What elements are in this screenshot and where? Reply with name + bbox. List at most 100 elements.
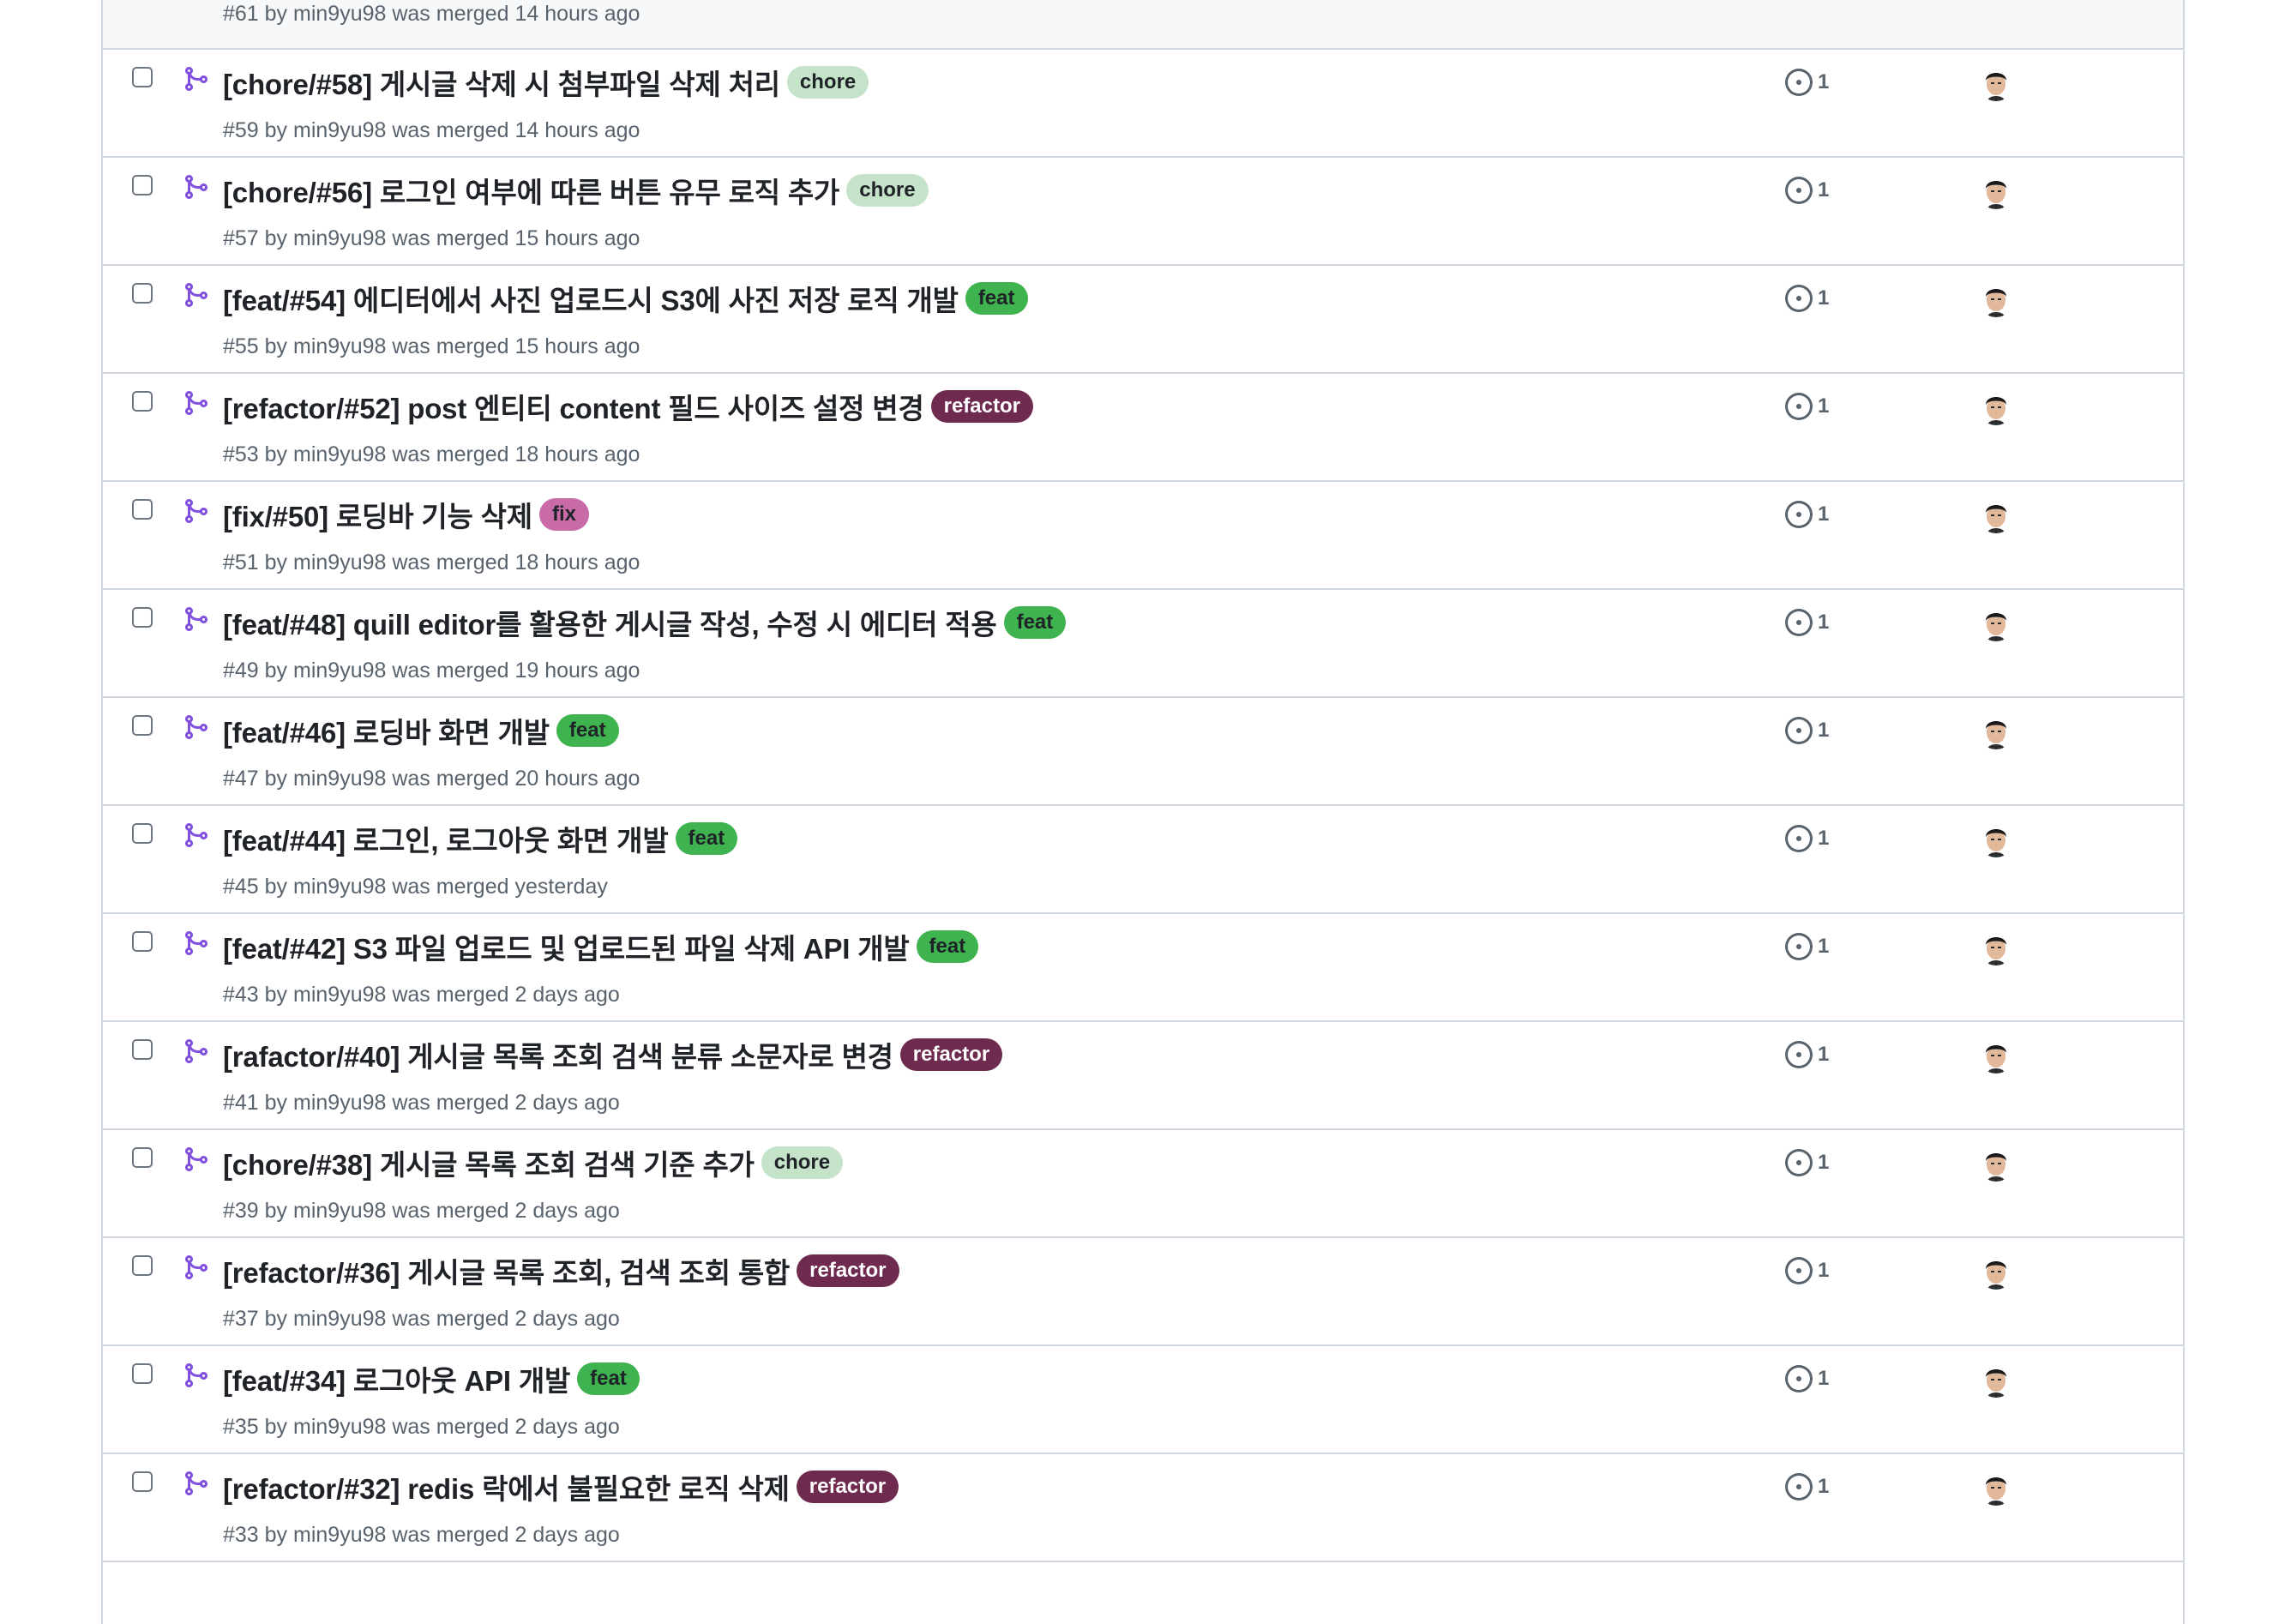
pr-title-link[interactable]: [feat/#48] quill editor를 활용한 게시글 작성, 수정 … xyxy=(223,602,997,643)
pr-label[interactable]: refactor xyxy=(930,390,1033,423)
pr-title-link[interactable]: [feat/#44] 로그인, 로그아웃 화면 개발 xyxy=(223,818,669,859)
pr-label[interactable]: chore xyxy=(786,66,869,99)
pr-title-link[interactable]: [feat/#46] 로딩바 화면 개발 xyxy=(223,710,550,751)
linked-issue-indicator[interactable]: 1 xyxy=(1785,933,1829,960)
linked-issue-count: 1 xyxy=(1818,394,1830,418)
select-checkbox[interactable] xyxy=(132,283,153,304)
pr-title-link[interactable]: [chore/#38] 게시글 목록 조회 검색 기준 추가 xyxy=(223,1142,755,1183)
linked-issue-indicator[interactable]: 1 xyxy=(1785,1257,1829,1284)
assignee-avatar[interactable] xyxy=(1979,931,2013,965)
linked-issue-indicator[interactable]: 1 xyxy=(1785,717,1829,744)
pr-meta: #51 by min9yu98 was merged 18 hours ago xyxy=(223,550,640,574)
assignee-avatar[interactable] xyxy=(1979,1255,2013,1290)
pr-title-link[interactable]: [fix/#50] 로딩바 기능 삭제 xyxy=(223,494,532,535)
select-checkbox[interactable] xyxy=(132,67,153,87)
assignee-avatar[interactable] xyxy=(1979,283,2013,317)
pull-request-rows: [chore/#58] 게시글 삭제 시 첨부파일 삭제 처리 chore #5… xyxy=(103,50,2183,1562)
pr-label[interactable]: chore xyxy=(846,174,929,207)
assignee-avatar[interactable] xyxy=(1979,391,2013,425)
avatar-image xyxy=(1979,391,2013,425)
linked-issue-count: 1 xyxy=(1818,1367,1830,1390)
assignee-avatar[interactable] xyxy=(1979,175,2013,209)
linked-issue-count: 1 xyxy=(1818,70,1830,93)
pr-title-link[interactable]: [refactor/#52] post 엔티티 content 필드 사이즈 설… xyxy=(223,386,924,427)
select-checkbox[interactable] xyxy=(132,715,153,736)
pr-label[interactable]: feat xyxy=(675,822,738,855)
linked-issue-indicator[interactable]: 1 xyxy=(1785,609,1829,636)
linked-issue-count: 1 xyxy=(1818,1043,1830,1066)
pr-label[interactable]: feat xyxy=(916,930,979,963)
assignee-avatar[interactable] xyxy=(1979,1363,2013,1398)
select-checkbox[interactable] xyxy=(132,1471,153,1492)
assignee-avatar[interactable] xyxy=(1979,1471,2013,1506)
linked-issue-indicator[interactable]: 1 xyxy=(1785,1473,1829,1501)
linked-issue-indicator[interactable]: 1 xyxy=(1785,393,1829,420)
linked-issue-count: 1 xyxy=(1818,1259,1830,1282)
select-checkbox[interactable] xyxy=(132,499,153,520)
pull-request-row: [feat/#42] S3 파일 업로드 및 업로드된 파일 삭제 API 개발… xyxy=(103,914,2183,1022)
pr-title-link[interactable]: [feat/#54] 에디터에서 사진 업로드시 S3에 사진 저장 로직 개발 xyxy=(223,278,959,319)
linked-issue-indicator[interactable]: 1 xyxy=(1785,1041,1829,1068)
issue-opened-icon xyxy=(1785,1365,1813,1392)
select-checkbox[interactable] xyxy=(132,391,153,412)
pull-request-row: [feat/#46] 로딩바 화면 개발 feat #47 by min9yu9… xyxy=(103,698,2183,806)
pr-title-line: [fix/#50] 로딩바 기능 삭제 fix xyxy=(223,494,589,535)
pull-request-row: [refactor/#32] redis 락에서 불필요한 로직 삭제 refa… xyxy=(103,1454,2183,1562)
assignee-avatar[interactable] xyxy=(1979,607,2013,641)
assignee-avatar[interactable] xyxy=(1979,1147,2013,1182)
avatar-image xyxy=(1979,67,2013,101)
linked-issue-indicator[interactable]: 1 xyxy=(1785,825,1829,852)
pr-label[interactable]: refactor xyxy=(796,1471,899,1503)
pr-label[interactable]: chore xyxy=(761,1146,844,1179)
linked-issue-indicator[interactable]: 1 xyxy=(1785,501,1829,528)
git-merge-icon xyxy=(185,715,208,739)
pr-label[interactable]: refactor xyxy=(797,1254,899,1287)
linked-issue-indicator[interactable]: 1 xyxy=(1785,69,1829,96)
pr-title-link[interactable]: [refactor/#32] redis 락에서 불필요한 로직 삭제 xyxy=(223,1466,790,1507)
pr-title-line: [refactor/#32] redis 락에서 불필요한 로직 삭제 refa… xyxy=(223,1466,899,1507)
select-checkbox[interactable] xyxy=(132,1147,153,1168)
avatar-image xyxy=(1979,931,2013,965)
pr-label[interactable]: feat xyxy=(1003,606,1067,639)
linked-issue-indicator[interactable]: 1 xyxy=(1785,1365,1829,1392)
linked-issue-indicator[interactable]: 1 xyxy=(1785,177,1829,204)
assignee-avatar[interactable] xyxy=(1979,499,2013,533)
pr-title-link[interactable]: [chore/#56] 로그인 여부에 따른 버튼 유무 로직 추가 xyxy=(223,170,839,211)
pr-title-link[interactable]: [feat/#42] S3 파일 업로드 및 업로드된 파일 삭제 API 개발 xyxy=(223,926,910,967)
pr-meta: #61 by min9yu98 was merged 14 hours ago xyxy=(223,2,640,26)
pr-title-line: [chore/#58] 게시글 삭제 시 첨부파일 삭제 처리 chore xyxy=(223,62,869,103)
assignee-avatar[interactable] xyxy=(1979,1039,2013,1074)
select-checkbox[interactable] xyxy=(132,931,153,952)
select-checkbox[interactable] xyxy=(132,1363,153,1384)
issue-opened-icon xyxy=(1785,69,1813,96)
select-checkbox[interactable] xyxy=(132,1039,153,1060)
pr-meta: #49 by min9yu98 was merged 19 hours ago xyxy=(223,659,640,683)
pr-label[interactable]: fix xyxy=(538,498,589,531)
select-checkbox[interactable] xyxy=(132,175,153,195)
avatar-image xyxy=(1979,1039,2013,1074)
pr-title-link[interactable]: [chore/#58] 게시글 삭제 시 첨부파일 삭제 처리 xyxy=(223,62,780,103)
linked-issue-indicator[interactable]: 1 xyxy=(1785,1149,1829,1176)
git-merge-icon xyxy=(185,823,208,847)
linked-issue-count: 1 xyxy=(1818,502,1830,526)
pr-title-link[interactable]: [rafactor/#40] 게시글 목록 조회 검색 분류 소문자로 변경 xyxy=(223,1034,893,1075)
git-merge-icon xyxy=(185,1039,208,1063)
pr-meta: #41 by min9yu98 was merged 2 days ago xyxy=(223,1091,620,1115)
pr-label[interactable]: feat xyxy=(577,1362,640,1395)
assignee-avatar[interactable] xyxy=(1979,715,2013,749)
pull-request-row: [feat/#44] 로그인, 로그아웃 화면 개발 feat #45 by m… xyxy=(103,806,2183,914)
issue-opened-icon xyxy=(1785,285,1813,312)
pr-label[interactable]: feat xyxy=(556,714,619,747)
assignee-avatar[interactable] xyxy=(1979,67,2013,101)
pr-title-link[interactable]: [refactor/#36] 게시글 목록 조회, 검색 조회 통합 xyxy=(223,1250,790,1291)
pr-title-link[interactable]: [feat/#34] 로그아웃 API 개발 xyxy=(223,1358,570,1399)
select-checkbox[interactable] xyxy=(132,607,153,628)
linked-issue-indicator[interactable]: 1 xyxy=(1785,285,1829,312)
select-checkbox[interactable] xyxy=(132,823,153,844)
assignee-avatar[interactable] xyxy=(1979,823,2013,857)
pull-request-row: [fix/#50] 로딩바 기능 삭제 fix #51 by min9yu98 … xyxy=(103,482,2183,590)
pr-label[interactable]: feat xyxy=(965,282,1028,315)
pr-label[interactable]: refactor xyxy=(899,1038,1003,1071)
select-checkbox[interactable] xyxy=(132,1255,153,1276)
issue-opened-icon xyxy=(1785,717,1813,744)
